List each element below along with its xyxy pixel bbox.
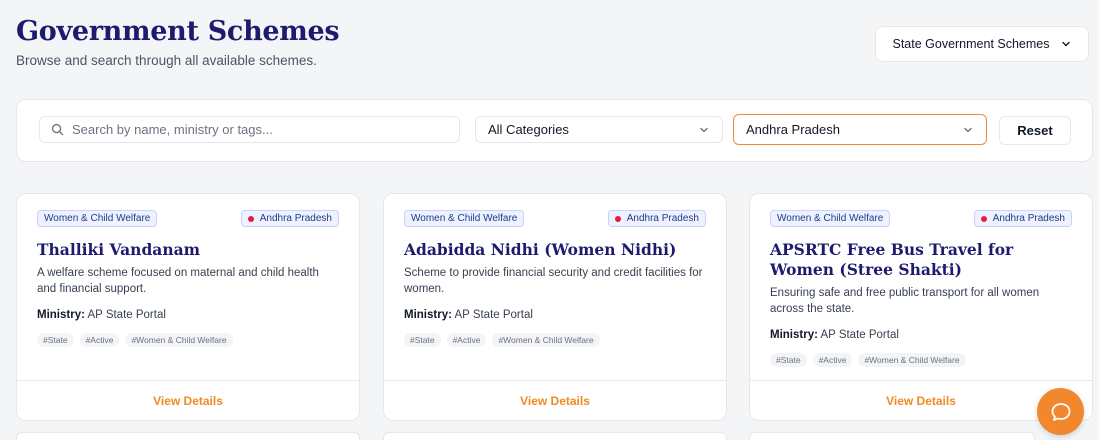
tag[interactable]: #Women & Child Welfare [492, 333, 600, 347]
state-badge: Andhra Pradesh [607, 210, 706, 227]
tag[interactable]: #Active [79, 333, 120, 347]
search-icon [51, 123, 64, 136]
scheme-description: Scheme to provide financial security and… [404, 267, 703, 295]
view-details-button[interactable]: View Details [520, 394, 590, 408]
filter-panel: All Categories Andhra Pradesh Reset [16, 99, 1093, 162]
page-title: Government Schemes [16, 16, 340, 47]
ministry-value: AP State Portal [454, 309, 533, 321]
reset-button[interactable]: Reset [999, 116, 1071, 145]
tag[interactable]: #Women & Child Welfare [125, 333, 233, 347]
next-card-edge [749, 432, 1035, 440]
card-footer: View Details [17, 380, 359, 420]
scheme-ministry: Ministry: AP State Portal [770, 329, 1072, 341]
scheme-description: Ensuring safe and free public transport … [770, 287, 1040, 315]
chat-bubble-icon [1051, 402, 1070, 421]
state-badge: Andhra Pradesh [973, 210, 1072, 227]
scheme-description: A welfare scheme focused on maternal and… [37, 267, 319, 295]
scheme-title[interactable]: APSRTC Free Bus Travel for Women (Stree … [770, 240, 1072, 280]
state-badge-label: Andhra Pradesh [992, 213, 1065, 224]
ministry-value: AP State Portal [87, 309, 166, 321]
tag-list: #State #Active #Women & Child Welfare [404, 333, 706, 347]
map-pin-icon [614, 215, 621, 222]
scheme-title[interactable]: Adabidda Nidhi (Women Nidhi) [404, 240, 706, 260]
scheme-scope-dropdown[interactable]: State Government Schemes [875, 26, 1089, 62]
card-footer: View Details [384, 380, 726, 420]
chat-button[interactable] [1037, 388, 1084, 435]
chevron-down-icon [700, 127, 708, 132]
view-details-button[interactable]: View Details [886, 394, 956, 408]
page-subtitle: Browse and search through all available … [16, 53, 317, 68]
chevron-down-icon [1061, 41, 1070, 47]
state-select-value: Andhra Pradesh [746, 122, 840, 137]
map-pin-icon [247, 215, 254, 222]
ministry-value: AP State Portal [820, 329, 899, 341]
state-badge: Andhra Pradesh [240, 210, 339, 227]
scheme-scope-label: State Government Schemes [892, 37, 1050, 51]
category-badge: Women & Child Welfare [770, 210, 891, 227]
scheme-ministry: Ministry: AP State Portal [404, 309, 706, 321]
search-field[interactable] [39, 116, 460, 143]
ministry-label: Ministry: [404, 309, 452, 321]
scheme-card: Women & Child Welfare Andhra Pradesh APS… [749, 193, 1093, 421]
scheme-card: Women & Child Welfare Andhra Pradesh Tha… [16, 193, 360, 421]
state-badge-label: Andhra Pradesh [259, 213, 332, 224]
tag-list: #State #Active #Women & Child Welfare [37, 333, 339, 347]
view-details-button[interactable]: View Details [153, 394, 223, 408]
ministry-label: Ministry: [770, 329, 818, 341]
scheme-card: Women & Child Welfare Andhra Pradesh Ada… [383, 193, 727, 421]
tag[interactable]: #State [37, 333, 74, 347]
category-select-value: All Categories [488, 122, 569, 137]
scheme-ministry: Ministry: AP State Portal [37, 309, 339, 321]
next-card-edge [383, 432, 727, 440]
tag-list: #State #Active #Women & Child Welfare [770, 353, 1072, 367]
state-badge-label: Andhra Pradesh [626, 213, 699, 224]
search-input[interactable] [72, 122, 432, 137]
category-select[interactable]: All Categories [475, 116, 723, 143]
ministry-label: Ministry: [37, 309, 85, 321]
category-badge: Women & Child Welfare [37, 210, 158, 227]
state-select[interactable]: Andhra Pradesh [733, 114, 987, 145]
tag[interactable]: #Active [812, 353, 853, 367]
scheme-title[interactable]: Thalliki Vandanam [37, 240, 339, 260]
category-badge: Women & Child Welfare [404, 210, 525, 227]
tag[interactable]: #Women & Child Welfare [858, 353, 966, 367]
next-card-edge [16, 432, 360, 440]
tag[interactable]: #State [404, 333, 441, 347]
tag[interactable]: #State [770, 353, 807, 367]
map-pin-icon [980, 215, 987, 222]
chevron-down-icon [964, 127, 972, 132]
tag[interactable]: #Active [446, 333, 487, 347]
